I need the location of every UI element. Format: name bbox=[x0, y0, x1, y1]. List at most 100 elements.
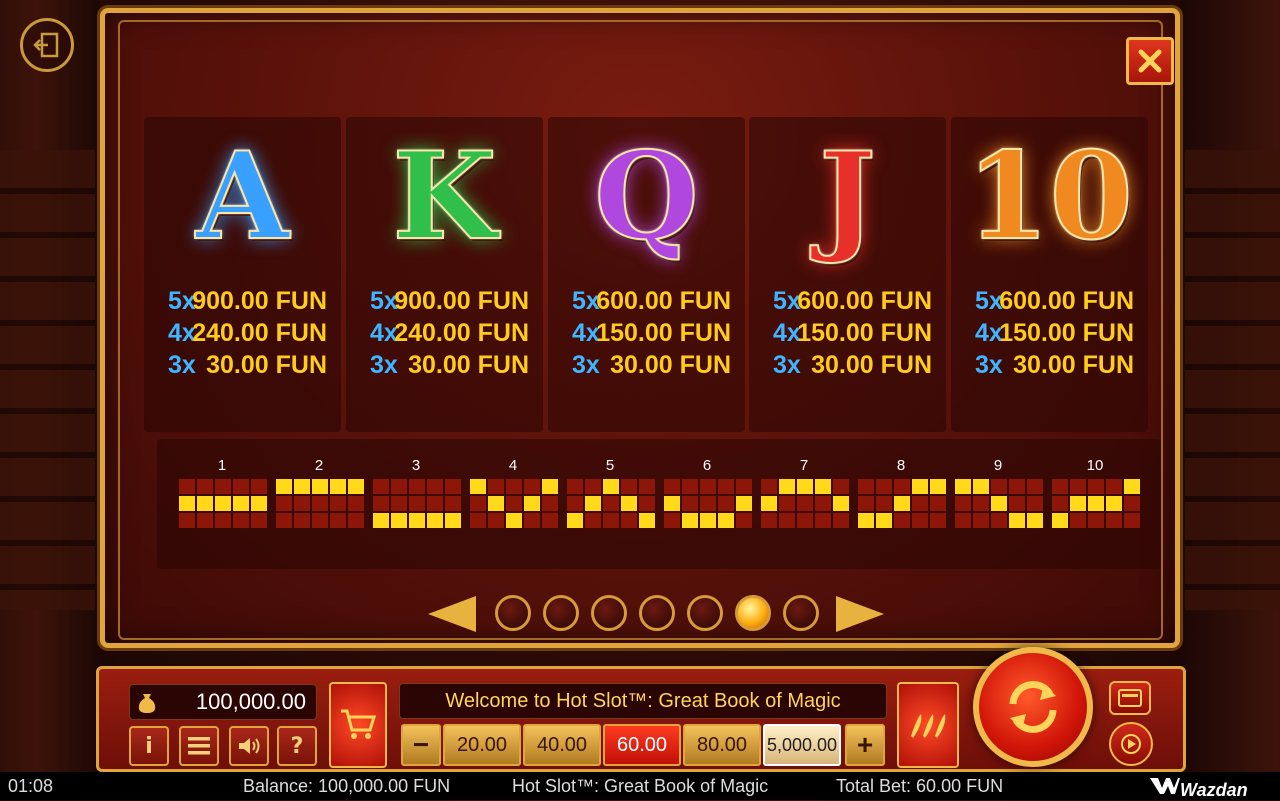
payline-cell bbox=[215, 513, 231, 528]
pay-amount: 30.00 FUN bbox=[811, 351, 932, 379]
payline-cell bbox=[1106, 479, 1122, 494]
payline-cell bbox=[470, 496, 486, 511]
spin-button[interactable] bbox=[973, 647, 1093, 767]
play-button[interactable] bbox=[1109, 722, 1153, 766]
payline-cell bbox=[1124, 496, 1140, 511]
payline-cell-active bbox=[858, 513, 874, 528]
spin-icon bbox=[1009, 681, 1057, 733]
page-dot-7[interactable] bbox=[783, 595, 819, 631]
payline-9: 9 bbox=[955, 457, 1043, 528]
payline-cell bbox=[779, 513, 795, 528]
bet-option-button[interactable]: 20.00 bbox=[443, 724, 521, 766]
page-dot-5[interactable] bbox=[687, 595, 723, 631]
payline-cell bbox=[876, 479, 892, 494]
symbol-q-icon: Q bbox=[593, 126, 700, 268]
bet-decrease-button[interactable]: − bbox=[401, 724, 441, 766]
hot-mode-button[interactable] bbox=[897, 682, 959, 768]
sound-icon bbox=[239, 738, 260, 754]
pay-multiplier: 3x bbox=[168, 351, 196, 379]
close-button[interactable] bbox=[1126, 37, 1174, 85]
bet-option-button[interactable]: 5,000.00 bbox=[763, 724, 841, 766]
payline-cell bbox=[1027, 479, 1043, 494]
payline-cell-active bbox=[179, 496, 195, 511]
payline-number: 7 bbox=[799, 457, 809, 474]
help-button[interactable]: ? bbox=[277, 726, 317, 766]
bet-option-button[interactable]: 80.00 bbox=[683, 724, 761, 766]
payline-cell-active bbox=[330, 479, 346, 494]
menu-icon bbox=[188, 737, 210, 755]
payline-number: 5 bbox=[605, 457, 615, 474]
payline-8: 8 bbox=[858, 457, 946, 528]
page-dot-2[interactable] bbox=[543, 595, 579, 631]
payline-cell bbox=[488, 513, 504, 528]
payline-cell-active bbox=[445, 513, 461, 528]
payline-cell bbox=[858, 479, 874, 494]
autoplay-button[interactable] bbox=[1109, 681, 1151, 715]
status-total-bet: Total Bet: 60.00 FUN bbox=[836, 776, 1004, 796]
payline-cell bbox=[876, 496, 892, 511]
page-dot-1[interactable] bbox=[495, 595, 531, 631]
payline-cell bbox=[761, 513, 777, 528]
pay-row: 5x 600.00 FUN bbox=[749, 287, 946, 319]
arrow-left-icon[interactable] bbox=[428, 596, 476, 632]
payline-cell bbox=[251, 513, 267, 528]
symbol-card-10: 10 5x 600.00 FUN 4x 150.00 FUN 3x 30.00 FUN bbox=[951, 117, 1148, 432]
payline-cell bbox=[1009, 496, 1025, 511]
payline-6: 6 bbox=[664, 457, 752, 528]
payline-cell bbox=[427, 479, 443, 494]
payline-cell-active bbox=[973, 479, 989, 494]
symbol-card-j: J 5x 600.00 FUN 4x 150.00 FUN 3x 30.00 FUN bbox=[749, 117, 946, 432]
pay-amount: 900.00 FUN bbox=[394, 287, 529, 315]
shop-button[interactable] bbox=[329, 682, 387, 768]
payline-cell bbox=[330, 496, 346, 511]
payline-cell bbox=[233, 479, 249, 494]
panel-inner-frame: A 5x 900.00 FUN 4x 240.00 FUN 3x 30.00 FUN K 5x 9… bbox=[118, 20, 1174, 640]
payline-cell bbox=[445, 496, 461, 511]
payline-cell bbox=[567, 479, 583, 494]
payline-cell bbox=[506, 496, 522, 511]
page-dot-4[interactable] bbox=[639, 595, 675, 631]
payline-cell bbox=[973, 513, 989, 528]
payline-cell bbox=[639, 479, 655, 494]
arrow-right-icon[interactable] bbox=[836, 596, 884, 632]
pay-row: 5x 900.00 FUN bbox=[346, 287, 543, 319]
payline-cell bbox=[445, 479, 461, 494]
payline-cell bbox=[736, 479, 752, 494]
pay-row: 5x 600.00 FUN bbox=[548, 287, 745, 319]
help-icon: ? bbox=[290, 733, 304, 759]
payline-cell-active bbox=[294, 479, 310, 494]
payline-cell bbox=[1070, 479, 1086, 494]
payline-cell-active bbox=[779, 479, 795, 494]
payline-cell-active bbox=[930, 479, 946, 494]
payline-cell bbox=[427, 496, 443, 511]
sound-button[interactable] bbox=[229, 726, 269, 766]
info-button[interactable]: i bbox=[129, 726, 169, 766]
payline-cell bbox=[797, 513, 813, 528]
payline-cell-active bbox=[197, 496, 213, 511]
page-dot-6[interactable] bbox=[735, 595, 771, 631]
payline-cell-active bbox=[797, 479, 813, 494]
bet-option-button[interactable]: 40.00 bbox=[523, 724, 601, 766]
payline-cell bbox=[488, 479, 504, 494]
bet-option-button[interactable]: 60.00 bbox=[603, 724, 681, 766]
payline-cell bbox=[858, 496, 874, 511]
bet-increase-button[interactable]: + bbox=[845, 724, 885, 766]
payline-grid bbox=[858, 479, 946, 528]
payline-grid bbox=[1052, 479, 1140, 528]
payline-cell-active bbox=[664, 496, 680, 511]
pay-amount: 150.00 FUN bbox=[797, 319, 932, 347]
page-dot-3[interactable] bbox=[591, 595, 627, 631]
payline-cell bbox=[779, 496, 795, 511]
payline-grid bbox=[276, 479, 364, 528]
clock: 01:08 bbox=[8, 776, 54, 796]
payline-cell bbox=[585, 513, 601, 528]
payline-cell-active bbox=[215, 496, 231, 511]
payline-cell-active bbox=[427, 513, 443, 528]
payline-cell-active bbox=[276, 479, 292, 494]
paytable-panel: A 5x 900.00 FUN 4x 240.00 FUN 3x 30.00 FUN K 5x 9… bbox=[100, 8, 1180, 648]
exit-button[interactable] bbox=[20, 18, 74, 72]
payline-cell bbox=[409, 496, 425, 511]
payline-cell bbox=[294, 513, 310, 528]
payline-10: 10 bbox=[1052, 457, 1140, 528]
menu-button[interactable] bbox=[179, 726, 219, 766]
